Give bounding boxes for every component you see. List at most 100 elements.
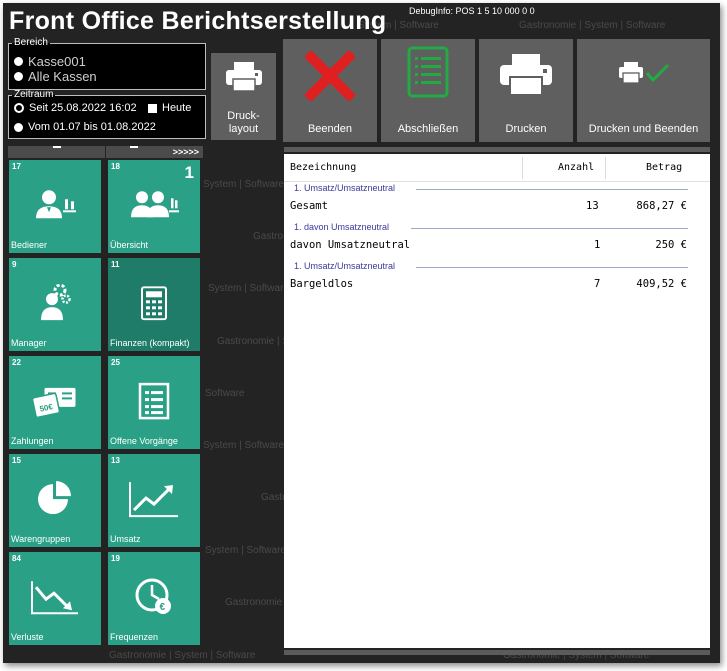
tile-zahlungen[interactable]: 22 50€ Zahlungen: [9, 356, 101, 449]
tile-number: 11: [111, 260, 120, 269]
row-name: Bargeldlos: [290, 278, 354, 290]
watermark: System | Software: [203, 440, 284, 451]
watermark: System | Software: [208, 283, 289, 294]
group-divider: [416, 267, 688, 268]
printer-icon: [225, 62, 262, 92]
row-anzahl: 7: [594, 278, 601, 290]
radio-label: Kasse001: [28, 54, 86, 69]
checklist-document-icon: [407, 46, 449, 98]
trend-up-icon: [129, 481, 178, 517]
header-indicator: [53, 146, 61, 148]
row-anzahl: 13: [586, 200, 599, 212]
abschliessen-button[interactable]: Abschließen: [381, 39, 475, 142]
drucken-button[interactable]: Drucken: [479, 39, 573, 142]
tile-label: Frequenzen: [110, 632, 159, 642]
trend-down-icon: [31, 580, 78, 614]
radio-label: Vom 01.07 bis 01.08.2022: [28, 121, 156, 133]
group-icon: [131, 190, 179, 217]
calculator-icon: [141, 285, 167, 320]
radio-icon: [14, 57, 23, 66]
drucken-label: Drucken: [505, 123, 547, 135]
tile-umsatz[interactable]: 13 Umsatz: [108, 454, 200, 547]
group-title: 1. davon Umsatzneutral: [294, 222, 390, 232]
radio-seit[interactable]: Seit 25.08.2022 16:02: [14, 102, 137, 114]
clock-euro-icon: €: [135, 578, 171, 614]
row-name: davon Umsatzneutral: [290, 239, 411, 251]
report-panel: Bezeichnung Anzahl Betrag 1. Umsatz/Umsa…: [284, 154, 710, 648]
abschliessen-label: Abschließen: [397, 123, 459, 135]
watermark: System | Software: [205, 545, 286, 556]
radio-icon: [14, 122, 23, 132]
column-bezeichnung[interactable]: Bezeichnung: [290, 162, 356, 173]
row-name: Gesamt: [290, 200, 328, 212]
tile-bediener[interactable]: 17 Bediener: [9, 160, 101, 253]
header-indicator: [130, 146, 138, 148]
tile-label: Zahlungen: [11, 436, 54, 446]
watermark: Gastronomie | S: [217, 336, 290, 347]
tile-grid-header-left: [8, 146, 105, 158]
report-header: Bezeichnung Anzahl Betrag: [284, 154, 710, 182]
printer-check-icon: [618, 62, 669, 84]
column-anzahl[interactable]: Anzahl: [558, 162, 594, 173]
waiter-icon: [36, 189, 76, 218]
column-divider: [522, 157, 523, 179]
tile-manager[interactable]: 9 Manager: [9, 258, 101, 351]
group-title: 1. Umsatz/Umsatzneutral: [294, 261, 396, 271]
tile-number: 84: [12, 554, 21, 563]
checkbox-icon: [148, 103, 157, 113]
debug-info: DebugInfo: POS 1 5 10 000 0 0: [409, 6, 535, 16]
list-document-icon: [138, 382, 170, 419]
row-anzahl: 1: [594, 239, 601, 251]
row-betrag: 409,52 €: [636, 278, 687, 290]
watermark: Gastro: [253, 231, 284, 242]
radio-selected-icon: [14, 103, 24, 113]
app-window: System | Software Gastronomie | System |…: [3, 3, 720, 663]
bereich-legend: Bereich: [14, 37, 48, 48]
radio-label: Seit 25.08.2022 16:02: [29, 102, 137, 114]
watermark: Gastronomie | System | Software: [519, 20, 666, 31]
drucklayout-label: Druck- layout: [227, 110, 260, 135]
radio-kasse001[interactable]: Kasse001: [14, 54, 86, 69]
svg-text:€: €: [160, 602, 166, 613]
tile-frequenzen[interactable]: 19 € Frequenzen: [108, 552, 200, 645]
beenden-button[interactable]: Beenden: [283, 39, 377, 142]
radio-label: Alle Kassen: [28, 69, 97, 84]
column-betrag[interactable]: Betrag: [646, 162, 682, 173]
tile-finanzen-kompakt[interactable]: 11 Finanzen (kompakt): [108, 258, 200, 351]
tile-number: 9: [12, 260, 17, 269]
tile-verluste[interactable]: 84 Verluste: [9, 552, 101, 645]
row-betrag: 250 €: [655, 239, 687, 251]
tile-label: Umsatz: [110, 534, 141, 544]
tile-warengruppen[interactable]: 15 Warengruppen: [9, 454, 101, 547]
tile-number: 18: [111, 162, 120, 171]
pager-arrows: >>>>>: [172, 147, 199, 157]
group-title: 1. Umsatz/Umsatzneutral: [294, 183, 396, 193]
watermark: System | Software: [203, 179, 284, 190]
radio-vom[interactable]: Vom 01.07 bis 01.08.2022: [14, 121, 156, 133]
tile-label: Übersicht: [110, 240, 149, 250]
tile-label: Manager: [11, 338, 47, 348]
checkbox-heute[interactable]: Heute: [148, 102, 191, 114]
pie-chart-icon: [38, 480, 71, 514]
radio-alle-kassen[interactable]: Alle Kassen: [14, 69, 97, 84]
drucklayout-button[interactable]: Druck- layout: [211, 53, 276, 140]
tile-label: Offene Vorgänge: [110, 436, 178, 446]
drucken-und-beenden-button[interactable]: Drucken und Beenden: [577, 39, 710, 142]
checkbox-label: Heute: [162, 102, 192, 114]
watermark: Software: [205, 388, 245, 399]
radio-icon: [14, 72, 23, 81]
report-scrollbar-bottom[interactable]: [284, 650, 710, 655]
report-scrollbar-top[interactable]: [284, 147, 710, 152]
tile-grid-pager[interactable]: >>>>>: [106, 146, 203, 158]
tile-number: 17: [12, 162, 21, 171]
group-divider: [411, 228, 688, 229]
tile-label: Warengruppen: [11, 534, 71, 544]
tile-badge: 1: [184, 163, 194, 182]
tile-number: 13: [111, 456, 120, 465]
printer-icon: [500, 54, 552, 96]
tile-offene-vorgaenge[interactable]: 25 Offene Vorgänge: [108, 356, 200, 449]
close-x-icon: [305, 51, 355, 101]
row-betrag: 868,27 €: [636, 200, 687, 212]
tile-uebersicht[interactable]: 18 1 Übersicht: [108, 160, 200, 253]
tile-label: Verluste: [11, 632, 44, 642]
